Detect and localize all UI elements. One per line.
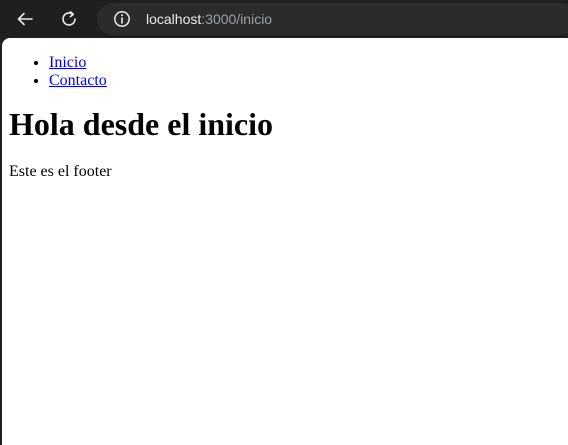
- browser-window: localhost:3000/inicio Inicio Contacto Ho…: [0, 0, 568, 445]
- info-icon[interactable]: [113, 10, 131, 28]
- address-bar[interactable]: localhost:3000/inicio: [97, 3, 568, 35]
- page-content: Inicio Contacto Hola desde el inicio Est…: [2, 38, 568, 445]
- footer-text: Este es el footer: [9, 163, 112, 180]
- link-inicio[interactable]: Inicio: [49, 54, 86, 71]
- nav-menu: Inicio Contacto: [2, 54, 568, 90]
- arrow-left-icon: [17, 12, 33, 26]
- page-title: Hola desde el inicio: [9, 106, 273, 142]
- reload-button[interactable]: [54, 4, 84, 34]
- link-contacto[interactable]: Contacto: [49, 72, 107, 89]
- nav-item-contacto: Contacto: [49, 72, 568, 90]
- url-text[interactable]: localhost:3000/inicio: [146, 11, 272, 27]
- reload-icon: [62, 11, 76, 26]
- back-button[interactable]: [10, 4, 40, 34]
- browser-toolbar: localhost:3000/inicio: [0, 0, 568, 38]
- url-path: :3000/inicio: [201, 11, 273, 27]
- nav-item-inicio: Inicio: [49, 54, 568, 72]
- url-host: localhost: [146, 11, 202, 27]
